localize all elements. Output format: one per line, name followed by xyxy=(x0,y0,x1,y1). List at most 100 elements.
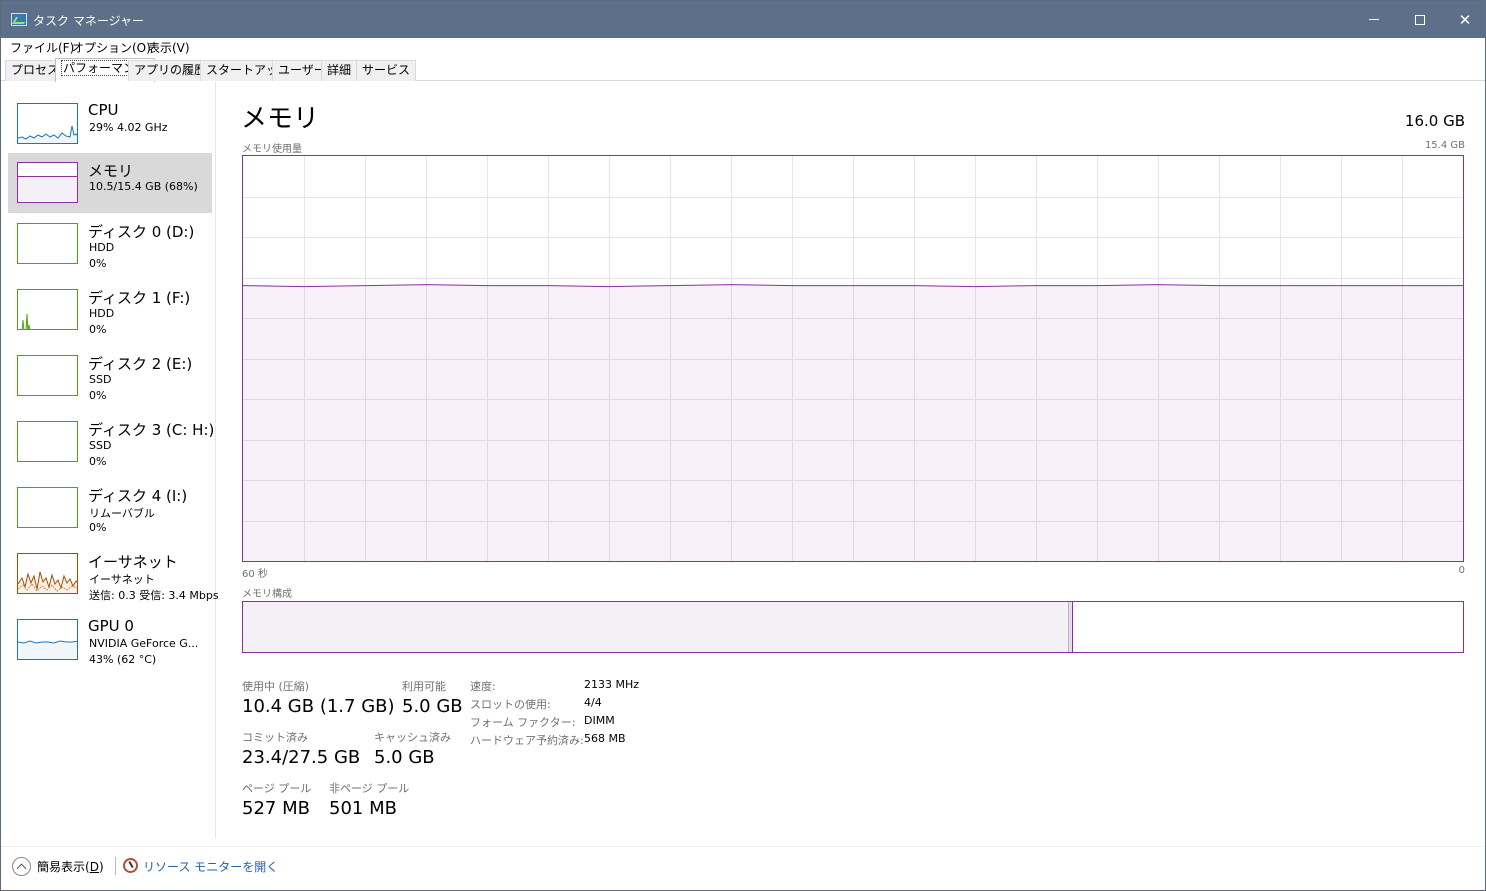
cpu-thumbnail-graph xyxy=(17,103,78,144)
committed-label: コミット済み xyxy=(242,731,308,744)
menu-file[interactable]: ファイル(F) xyxy=(10,39,74,56)
resource-monitor-icon xyxy=(123,858,138,873)
gpu-thumbnail-graph xyxy=(17,619,78,660)
tab-label: 詳細 xyxy=(327,63,352,77)
committed-value: 23.4/27.5 GB xyxy=(242,747,361,768)
footer: 簡易表示(D) リソース モニターを開く xyxy=(1,846,1485,890)
cached-value: 5.0 GB xyxy=(374,747,435,768)
slots-value: 4/4 xyxy=(584,696,602,709)
sidebar-item-detail: リムーバブル xyxy=(89,507,155,520)
window-title: タスク マネージャー xyxy=(33,14,144,28)
composition-in-use xyxy=(243,602,1068,652)
minimize-button[interactable] xyxy=(1351,1,1397,38)
slots-key: スロットの使用: xyxy=(470,698,551,711)
form-factor-value: DIMM xyxy=(584,714,615,727)
maximize-icon xyxy=(1415,14,1425,25)
sidebar-item-title: ディスク 0 (D:) xyxy=(88,223,195,241)
usage-graph-label: メモリ使用量 xyxy=(242,144,302,155)
close-button[interactable]: ✕ xyxy=(1442,1,1485,38)
disk0-thumbnail-graph xyxy=(17,223,78,264)
title-bar[interactable]: タスク マネージャー ✕ xyxy=(1,1,1485,38)
sidebar-item-title: ディスク 3 (C: H:) xyxy=(88,421,215,439)
tab-label: プロセス xyxy=(11,63,60,77)
fewer-details-link[interactable]: 簡易表示(D) xyxy=(37,858,104,875)
tab-label: ユーザー xyxy=(278,63,326,77)
memory-thumbnail-graph xyxy=(17,162,78,203)
sidebar-item-detail: 29% 4.02 GHz xyxy=(89,121,168,134)
graph-time-right: 0 xyxy=(1458,565,1465,576)
sidebar-item-ethernet[interactable]: イーサネット イーサネット 送信: 0.3 受信: 3.4 Mbps xyxy=(8,544,219,604)
fewer-details-text: 簡易表示( xyxy=(37,860,90,874)
available-label: 利用可能 xyxy=(402,680,446,693)
sidebar-item-title: ディスク 4 (I:) xyxy=(88,487,188,505)
resource-list: CPU 29% 4.02 GHz メモリ 10.5/15.4 GB (68%) … xyxy=(1,82,219,838)
total-memory: 16.0 GB xyxy=(1404,112,1465,130)
menu-options[interactable]: オプション(O) xyxy=(72,39,151,56)
sidebar-item-detail: HDD xyxy=(89,241,115,254)
memory-composition-bar xyxy=(242,601,1464,653)
disk3-thumbnail-graph xyxy=(17,421,78,462)
chevron-up-icon[interactable] xyxy=(12,857,31,876)
sidebar-item-title: ディスク 2 (E:) xyxy=(88,355,193,373)
sidebar-item-usage: 0% xyxy=(89,257,107,270)
in-use-value: 10.4 GB (1.7 GB) xyxy=(242,696,395,717)
sidebar-item-detail: イーサネット xyxy=(89,573,155,586)
memory-usage-graph xyxy=(242,155,1464,562)
disk4-thumbnail-graph xyxy=(17,487,78,528)
memory-detail-panel: メモリ 16.0 GB メモリ使用量 15.4 GB 60 秒 0 メモリ構成 … xyxy=(217,82,1485,842)
sidebar-item-title: イーサネット xyxy=(88,553,178,571)
task-manager-window: タスク マネージャー ✕ ファイル(F) オプション(O) 表示(V) プロセス… xyxy=(0,0,1486,891)
sidebar-item-detail: SSD xyxy=(89,439,112,452)
sidebar-item-detail: SSD xyxy=(89,373,112,386)
graph-time-left: 60 秒 xyxy=(242,569,268,580)
sidebar-item-usage: 0% xyxy=(89,521,107,534)
close-icon: ✕ xyxy=(1458,10,1472,29)
sidebar-item-disk3[interactable]: ディスク 3 (C: H:) SSD 0% xyxy=(8,412,215,472)
sidebar-item-usage: 0% xyxy=(89,323,107,336)
open-resource-monitor-link[interactable]: リソース モニターを開く xyxy=(143,858,278,875)
page-title: メモリ xyxy=(241,104,320,134)
sidebar-item-detail: 10.5/15.4 GB (68%) xyxy=(89,180,198,193)
tab-details[interactable]: 詳細 xyxy=(321,60,358,81)
menu-bar: ファイル(F) オプション(O) 表示(V) xyxy=(1,38,1485,56)
disk1-thumbnail-graph xyxy=(17,289,78,330)
sidebar-item-memory[interactable]: メモリ 10.5/15.4 GB (68%) xyxy=(8,153,212,213)
sidebar-item-disk2[interactable]: ディスク 2 (E:) SSD 0% xyxy=(8,346,212,406)
sidebar-item-usage: 0% xyxy=(89,455,107,468)
usage-graph-max: 15.4 GB xyxy=(1424,140,1465,151)
hw-reserved-value: 568 MB xyxy=(584,732,626,745)
cached-label: キャッシュ済み xyxy=(374,731,451,744)
composition-label: メモリ構成 xyxy=(242,589,292,600)
menu-view[interactable]: 表示(V) xyxy=(148,39,190,56)
speed-key: 速度: xyxy=(470,680,496,693)
nonpaged-pool-label: 非ページ プール xyxy=(329,782,410,795)
hw-reserved-key: ハードウェア予約済み: xyxy=(470,734,584,747)
fewer-details-accesskey: D xyxy=(89,860,99,874)
tab-services[interactable]: サービス xyxy=(356,60,417,81)
footer-separator xyxy=(115,857,116,875)
available-value: 5.0 GB xyxy=(402,696,463,717)
sidebar-item-title: CPU xyxy=(88,101,119,119)
sidebar-item-disk0[interactable]: ディスク 0 (D:) HDD 0% xyxy=(8,214,212,274)
sidebar-item-title: ディスク 1 (F:) xyxy=(88,289,191,307)
sidebar-item-disk1[interactable]: ディスク 1 (F:) HDD 0% xyxy=(8,280,212,340)
sidebar-item-usage: 0% xyxy=(89,389,107,402)
paged-pool-value: 527 MB xyxy=(242,798,310,819)
maximize-button[interactable] xyxy=(1397,1,1443,38)
nonpaged-pool-value: 501 MB xyxy=(329,798,397,819)
disk2-thumbnail-graph xyxy=(17,355,78,396)
sidebar-item-gpu[interactable]: GPU 0 NVIDIA GeForce G... 43% (62 °C) xyxy=(8,610,212,670)
sidebar-item-cpu[interactable]: CPU 29% 4.02 GHz xyxy=(8,94,212,154)
sidebar-item-disk4[interactable]: ディスク 4 (I:) リムーバブル 0% xyxy=(8,478,212,538)
composition-modified xyxy=(1068,602,1073,652)
usage-area xyxy=(243,284,1463,561)
usage-graph-canvas xyxy=(243,156,1463,561)
sidebar-item-detail: HDD xyxy=(89,307,115,320)
minimize-icon xyxy=(1369,19,1379,20)
tab-label: アプリの履歴 xyxy=(134,63,207,77)
sidebar-item-usage: 43% (62 °C) xyxy=(89,653,157,666)
speed-value: 2133 MHz xyxy=(584,678,640,691)
tab-bar: プロセス パフォーマンス アプリの履歴 スタートアップ ユーザー 詳細 サービス xyxy=(1,57,1485,82)
in-use-label: 使用中 (圧縮) xyxy=(242,680,310,693)
task-manager-icon xyxy=(11,13,27,26)
